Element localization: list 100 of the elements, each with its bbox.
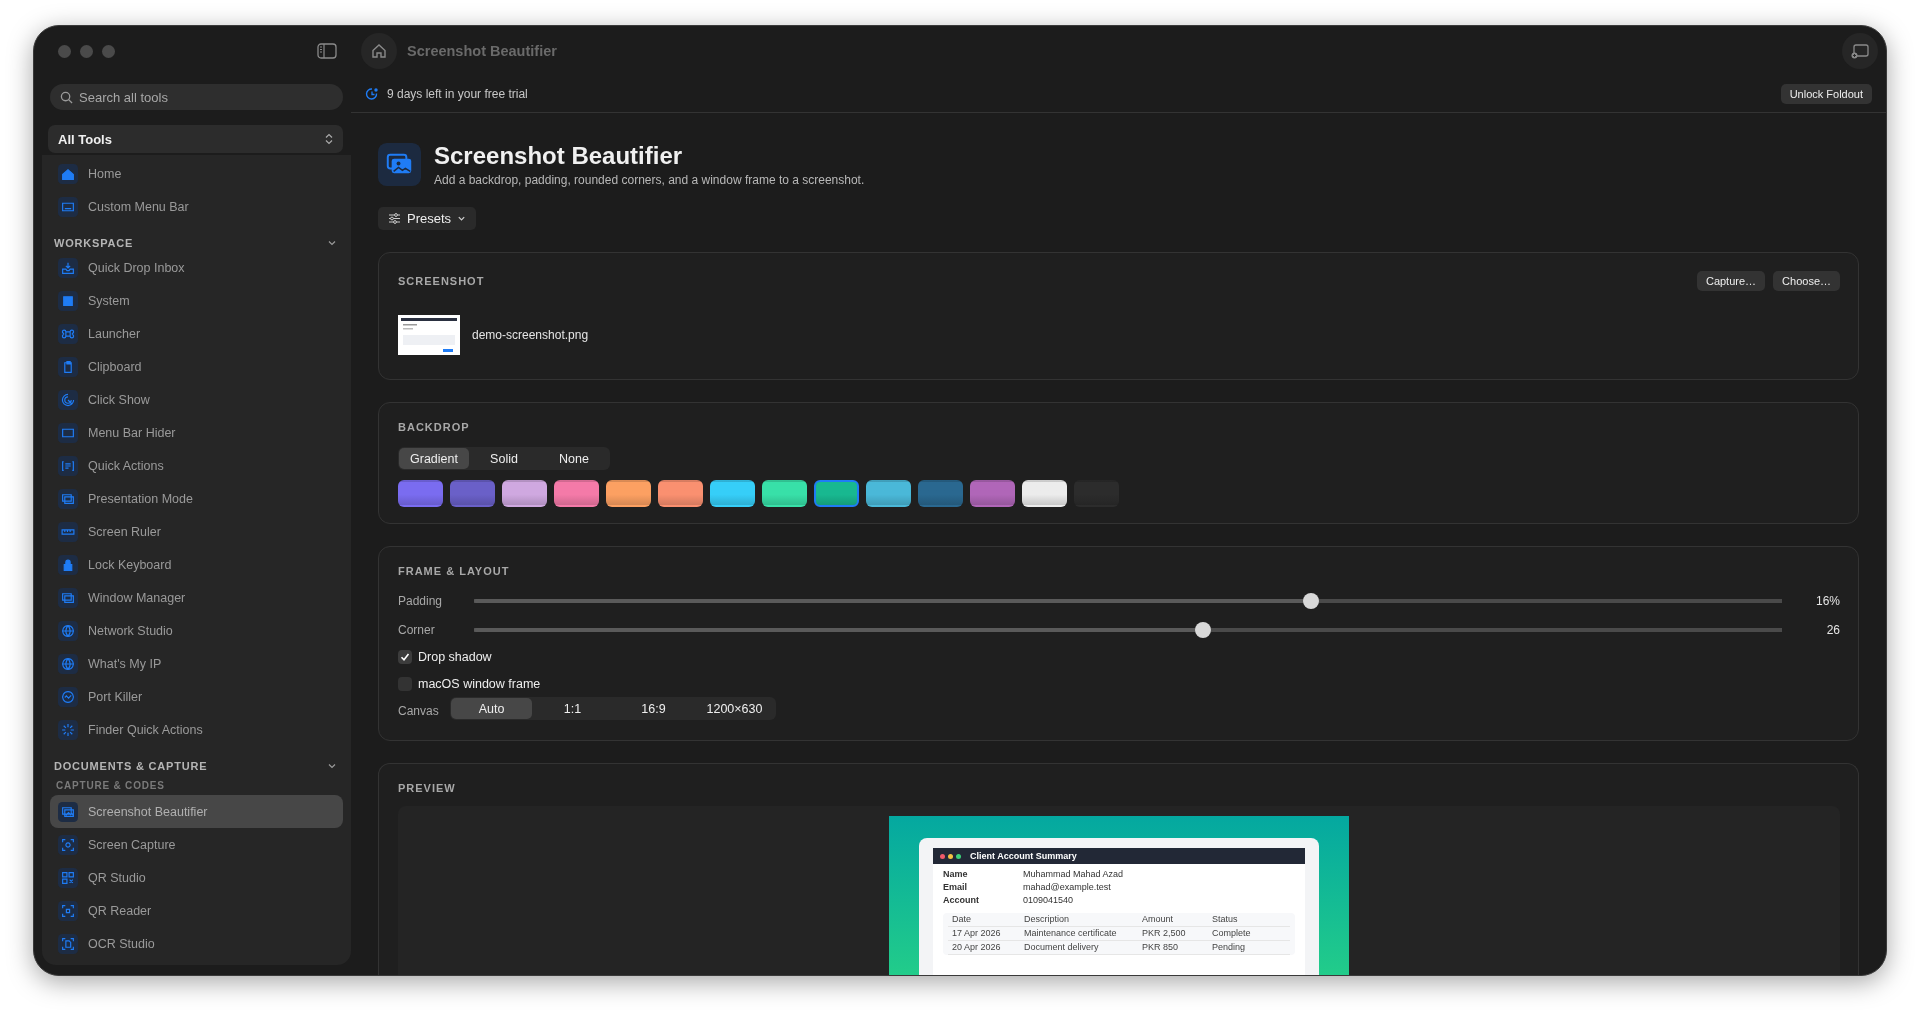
gradient-swatch[interactable] [814, 480, 859, 507]
windows-icon [58, 488, 78, 509]
target-icon [58, 389, 78, 410]
scan-icon [58, 900, 78, 921]
slider-thumb[interactable] [1303, 592, 1320, 609]
gradient-swatch[interactable] [450, 480, 495, 507]
field-label: Email [943, 882, 968, 893]
sidebar-item[interactable]: Custom Menu Bar [50, 190, 343, 223]
home-button[interactable] [361, 33, 397, 69]
gradient-swatch[interactable] [1022, 480, 1067, 507]
sidebar-toggle-icon[interactable] [317, 43, 337, 59]
table-cell-text: PKR 850 [1142, 942, 1180, 953]
page-title: Screenshot Beautifier [434, 142, 684, 170]
sidebar-item[interactable]: Quick Drop Inbox [50, 251, 343, 284]
updown-icon [325, 133, 333, 145]
field-value: mahad@example.test [1023, 882, 1112, 893]
sidebar-item[interactable]: Lock Keyboard [50, 548, 343, 581]
gradient-swatch[interactable] [866, 480, 911, 507]
window-dot [956, 853, 961, 859]
unlock-button[interactable]: Unlock Foldout [1780, 84, 1872, 104]
sidebar-item[interactable]: OCR Studio [50, 927, 343, 960]
gradient-swatch[interactable] [398, 480, 443, 507]
chevron-icon[interactable] [327, 761, 337, 771]
mode-tab[interactable]: Solid [469, 448, 539, 469]
slider-label: Padding [398, 593, 444, 608]
slider-thumb[interactable] [1194, 621, 1211, 638]
table-cell-text: Pending [1212, 942, 1247, 953]
clipboard-icon [58, 356, 78, 377]
globe-icon [58, 620, 78, 641]
table-cell-text: PKR 2,500 [1142, 928, 1187, 939]
sidebar-item[interactable]: Finder Quick Actions [50, 713, 343, 746]
column-header: Status [1212, 914, 1239, 925]
gradient-swatch[interactable] [606, 480, 651, 507]
tray-icon [58, 257, 78, 278]
mode-tab[interactable]: None [539, 448, 609, 469]
sidebar-item[interactable]: Screenshot Beautifier [50, 795, 343, 828]
sidebar-item[interactable]: QR Reader [50, 894, 343, 927]
checkbox-label: macOS window frame [418, 676, 541, 691]
photos-icon [378, 143, 421, 186]
camera-icon [58, 834, 78, 855]
gradient-swatch[interactable] [710, 480, 755, 507]
checkbox[interactable] [398, 649, 412, 664]
sidebar-item[interactable]: Menu Bar Hider [50, 416, 343, 449]
sparkle-icon [58, 719, 78, 740]
canvas-option[interactable]: 1:1 [532, 698, 613, 719]
gradient-swatch[interactable] [658, 480, 703, 507]
window-dot [940, 853, 945, 859]
house-icon [370, 42, 388, 60]
chevron-icon[interactable] [327, 238, 337, 248]
sidebar-item[interactable]: Clipboard [50, 350, 343, 383]
sidebar-item[interactable]: System [50, 284, 343, 317]
table-cell-text: Document delivery [1024, 942, 1100, 953]
sidebar-item[interactable]: QR Studio [50, 861, 343, 894]
canvas-option[interactable]: 16:9 [613, 698, 694, 719]
file-button[interactable]: Choose… [1773, 271, 1840, 291]
window-dot [948, 853, 953, 859]
sidebar-item[interactable]: Quick Actions [50, 449, 343, 482]
window-icon [58, 196, 78, 217]
tool-filter-dropdown[interactable]: All Tools [48, 125, 343, 153]
sidebar-item[interactable]: Presentation Mode [50, 482, 343, 515]
command-icon [58, 323, 78, 344]
globe-icon [58, 653, 78, 674]
section-heading: DOCUMENTS & CAPTURE [54, 760, 208, 772]
sidebar-item[interactable]: What's My IP [50, 647, 343, 680]
canvas-label: Canvas [398, 703, 440, 718]
search-icon [60, 90, 73, 104]
column-header: Date [952, 914, 972, 925]
sidebar-item[interactable]: Launcher [50, 317, 343, 350]
canvas-option[interactable]: 1200×630 [694, 698, 775, 719]
gradient-swatch[interactable] [502, 480, 547, 507]
clock-icon [365, 87, 379, 101]
field-value: Muhammad Mahad Azad [1023, 869, 1125, 880]
canvas-option[interactable]: Auto [451, 698, 532, 719]
column-header: Amount [1142, 914, 1175, 925]
gradient-swatch[interactable] [554, 480, 599, 507]
file-button[interactable]: Capture… [1696, 271, 1766, 291]
thumbnail-drawing [398, 315, 460, 355]
card-title: PREVIEW [398, 782, 457, 794]
mode-tab[interactable]: Gradient [399, 448, 469, 469]
sidebar-item[interactable]: Network Studio [50, 614, 343, 647]
sidebar-item[interactable]: Screen Capture [50, 828, 343, 861]
table-cell-text: Maintenance certificate [1024, 928, 1118, 939]
sidebar-item[interactable]: Window Manager [50, 581, 343, 614]
gradient-swatch[interactable] [970, 480, 1015, 507]
new-window-button[interactable] [1842, 33, 1878, 69]
sidebar-item[interactable]: Click Show [50, 383, 343, 416]
slider-value: 16% [1814, 593, 1840, 608]
photos-icon [58, 801, 78, 822]
gradient-swatch[interactable] [762, 480, 807, 507]
ruler-icon [58, 521, 78, 542]
search-field[interactable]: Search all tools [50, 84, 343, 110]
page-description: Add a backdrop, padding, rounded corners, and a window frame to a screenshot. [434, 173, 865, 187]
presets-button[interactable]: Presets [378, 207, 477, 230]
sidebar-item[interactable]: Screen Ruler [50, 515, 343, 548]
card-title: SCREENSHOT [398, 275, 485, 287]
house-icon [58, 163, 78, 184]
sidebar-item[interactable]: Port Killer [50, 680, 343, 713]
gradient-swatch[interactable] [918, 480, 963, 507]
chevron-icon [457, 214, 467, 223]
sidebar-item[interactable]: Home [50, 157, 343, 190]
